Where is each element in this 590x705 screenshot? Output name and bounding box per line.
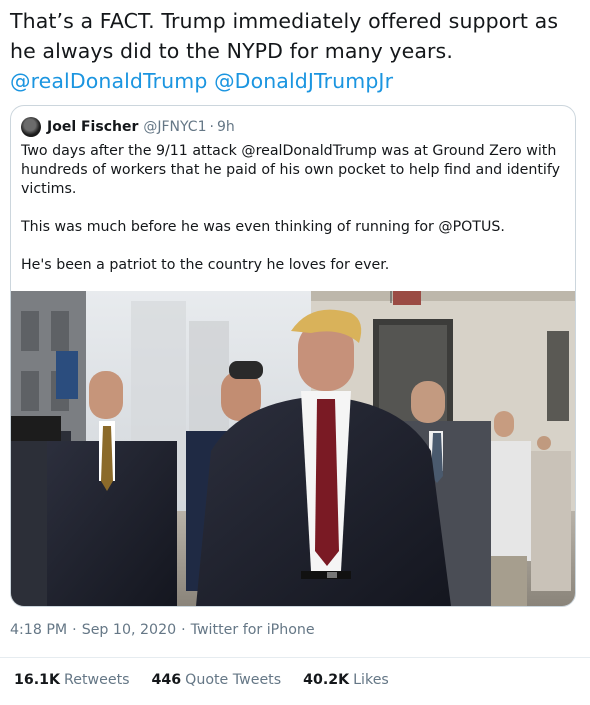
quoted-author-name[interactable]: Joel Fischer bbox=[47, 119, 138, 135]
tweet-line-2: he always did to the NYPD for many years… bbox=[10, 39, 453, 63]
retweets-count: 16.1K bbox=[14, 672, 60, 688]
likes-stat[interactable]: 40.2K Likes bbox=[303, 672, 389, 688]
retweets-stat[interactable]: 16.1K Retweets bbox=[14, 672, 130, 688]
quote-tweets-stat[interactable]: 446 Quote Tweets bbox=[152, 672, 282, 688]
mention-realdonaldtrump-link[interactable]: @realDonaldTrump bbox=[10, 69, 207, 93]
tweet-text: That’s a FACT. Trump immediately offered… bbox=[10, 6, 580, 96]
separator-dot: · bbox=[181, 622, 186, 638]
tweet-line-1: That’s a FACT. Trump immediately offered… bbox=[10, 9, 559, 33]
likes-count: 40.2K bbox=[303, 672, 350, 688]
quoted-tweet-card[interactable]: Joel Fischer @JFNYC1 · 9h Two days after… bbox=[10, 105, 576, 607]
separator-dot: · bbox=[72, 622, 77, 638]
quoted-tweet-photo[interactable] bbox=[11, 291, 575, 606]
likes-label: Likes bbox=[353, 672, 389, 688]
engagement-stats: 16.1K Retweets 446 Quote Tweets 40.2K Likes bbox=[14, 672, 411, 688]
tweet-source[interactable]: Twitter for iPhone bbox=[191, 622, 315, 638]
divider bbox=[0, 657, 590, 658]
quote-tweets-label: Quote Tweets bbox=[185, 672, 282, 688]
quoted-paragraph-3: He's been a patriot to the country he lo… bbox=[21, 257, 390, 273]
quoted-tweet-time[interactable]: 9h bbox=[217, 119, 235, 135]
avatar[interactable] bbox=[21, 117, 41, 137]
retweets-label: Retweets bbox=[64, 672, 130, 688]
quote-tweets-count: 446 bbox=[151, 672, 182, 688]
photo-illustration bbox=[11, 291, 575, 606]
quoted-paragraph-2: This was much before he was even thinkin… bbox=[21, 219, 505, 235]
tweet-time[interactable]: 4:18 PM bbox=[10, 622, 67, 638]
tweet-metadata: 4:18 PM · Sep 10, 2020 · Twitter for iPhone bbox=[10, 622, 315, 638]
quoted-paragraph-1: Two days after the 9/11 attack @realDona… bbox=[21, 143, 561, 197]
quoted-tweet-body: Two days after the 9/11 attack @realDona… bbox=[21, 142, 561, 275]
tweet-date[interactable]: Sep 10, 2020 bbox=[82, 622, 176, 638]
separator-dot: · bbox=[209, 119, 214, 135]
tweet-mentions: @realDonaldTrump @DonaldJTrumpJr bbox=[10, 66, 580, 96]
quoted-author-handle[interactable]: @JFNYC1 bbox=[143, 119, 206, 135]
quoted-tweet-header: Joel Fischer @JFNYC1 · 9h bbox=[21, 116, 235, 138]
mention-donaldjtrumpjr-link[interactable]: @DonaldJTrumpJr bbox=[214, 69, 393, 93]
